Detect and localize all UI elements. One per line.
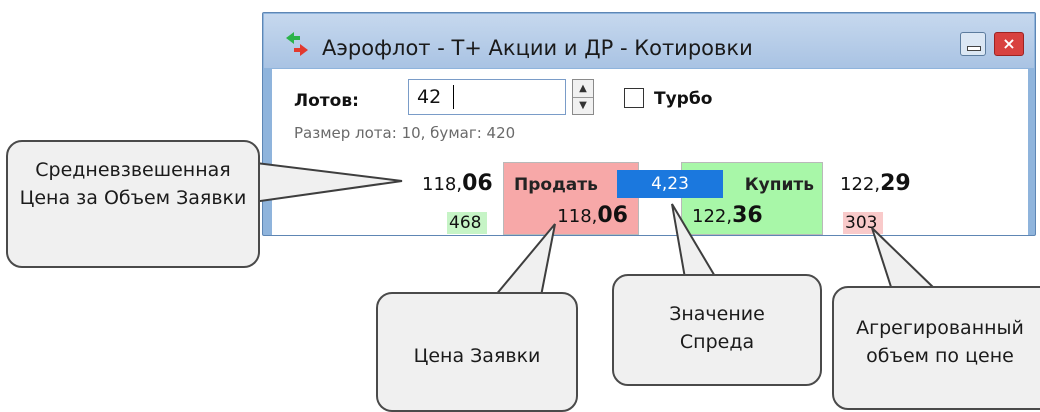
callout-order-price-text: Цена Заявки	[413, 345, 541, 367]
callout-weighted-price: Средневзвешенная Цена за Объем Заявки	[6, 140, 260, 268]
callout-weighted-price-text: Средневзвешенная Цена за Объем Заявки	[19, 159, 247, 209]
callout-aggregated-volume-text: Агрегированный объем по цене	[856, 317, 1024, 367]
callout-order-price: Цена Заявки	[376, 292, 578, 412]
callout-spread-value: Значение Спреда	[612, 274, 822, 386]
callout-spread-value-text: Значение Спреда	[669, 303, 765, 353]
callout-aggregated-volume: Агрегированный объем по цене	[832, 286, 1040, 410]
